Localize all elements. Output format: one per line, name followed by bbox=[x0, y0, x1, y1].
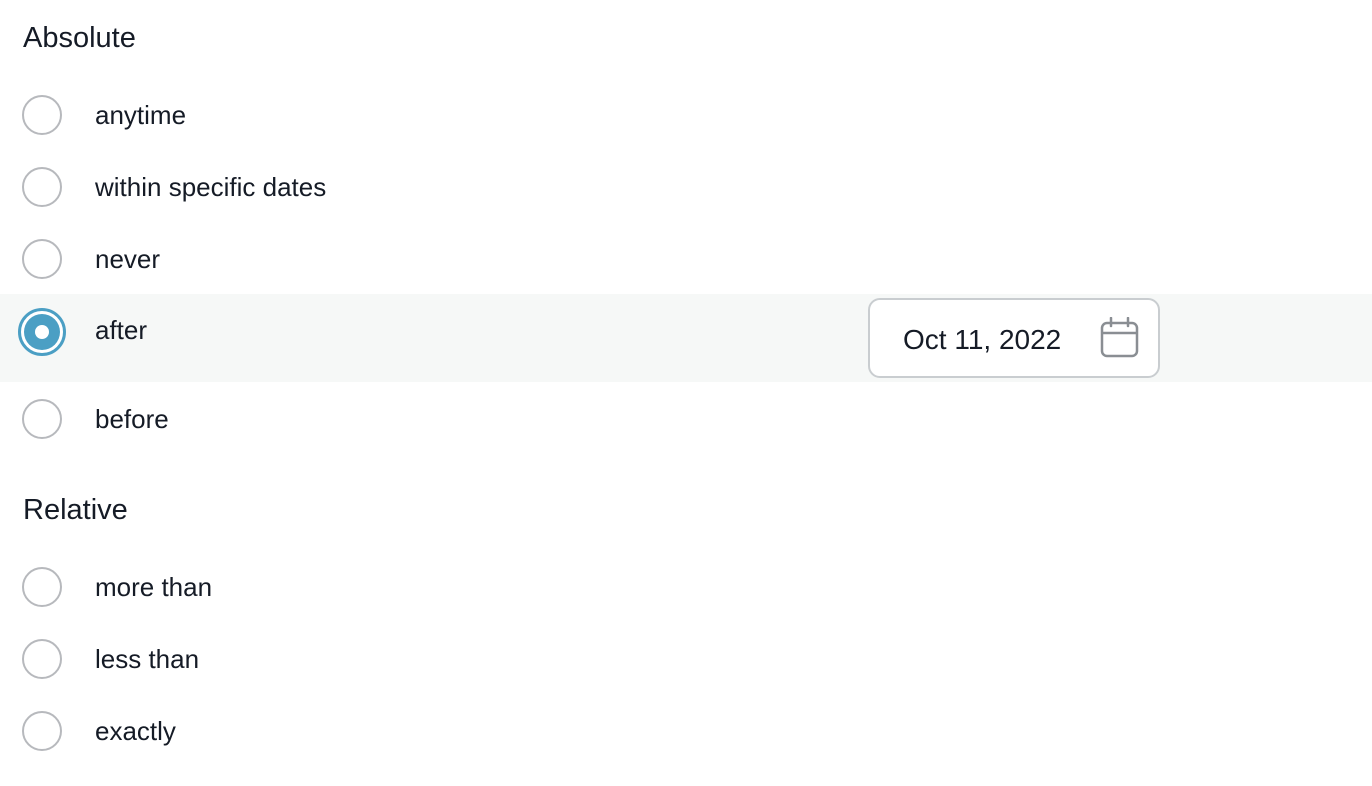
radio-button[interactable] bbox=[22, 639, 62, 679]
date-input[interactable]: Oct 11, 2022 bbox=[868, 298, 1160, 378]
radio-button-selected[interactable] bbox=[18, 308, 66, 356]
option-label: within specific dates bbox=[95, 172, 327, 202]
option-label: after bbox=[95, 315, 148, 345]
option-less-than[interactable]: less than bbox=[0, 623, 1372, 695]
radio-button[interactable] bbox=[22, 239, 62, 279]
option-label: before bbox=[95, 404, 169, 434]
option-more-than[interactable]: more than bbox=[0, 551, 1372, 623]
absolute-heading: Absolute bbox=[23, 22, 136, 54]
option-anytime[interactable]: anytime bbox=[0, 79, 1372, 151]
option-exactly[interactable]: exactly bbox=[0, 695, 1372, 767]
option-label: more than bbox=[95, 572, 213, 602]
option-label: anytime bbox=[95, 100, 187, 130]
radio-button[interactable] bbox=[22, 711, 62, 751]
radio-button[interactable] bbox=[22, 399, 62, 439]
option-never[interactable]: never bbox=[0, 223, 1372, 295]
date-value: Oct 11, 2022 bbox=[903, 324, 1062, 355]
date-filter-panel: Absolute anytime within specific dates n… bbox=[0, 0, 1372, 786]
option-label: less than bbox=[95, 644, 200, 674]
option-before[interactable]: before bbox=[0, 383, 1372, 455]
option-label: exactly bbox=[95, 716, 176, 746]
radio-button[interactable] bbox=[22, 95, 62, 135]
relative-heading: Relative bbox=[23, 494, 128, 526]
option-after[interactable]: after bbox=[0, 294, 1372, 382]
radio-button[interactable] bbox=[22, 167, 62, 207]
radio-button[interactable] bbox=[22, 567, 62, 607]
option-label: never bbox=[95, 244, 161, 274]
calendar-icon[interactable] bbox=[1100, 317, 1140, 359]
option-within-specific-dates[interactable]: within specific dates bbox=[0, 151, 1372, 223]
